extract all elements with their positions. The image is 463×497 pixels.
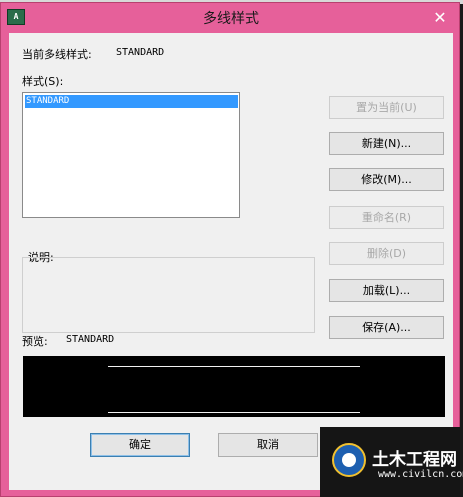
save-button[interactable]: 保存(A)... (329, 316, 444, 339)
preview-line-bottom (108, 412, 360, 413)
current-style-value: STANDARD (116, 47, 165, 58)
multiline-style-dialog: A 多线样式 ✕ 当前多线样式: STANDARD 样式(S): STANDAR… (0, 2, 460, 497)
site-watermark: 土木工程网 www.civilcn.com (320, 427, 463, 497)
set-current-button[interactable]: 置为当前(U) (329, 96, 444, 119)
cancel-button[interactable]: 取消 (218, 433, 318, 457)
description-groupbox (22, 257, 315, 333)
ok-button[interactable]: 确定 (90, 433, 190, 457)
dialog-client-area: 当前多线样式: STANDARD 样式(S): STANDARD 说明: 置为当… (9, 33, 453, 490)
title-bar[interactable]: A 多线样式 ✕ (1, 3, 461, 33)
preview-style-name: STANDARD (66, 334, 115, 345)
rename-button[interactable]: 重命名(R) (329, 206, 444, 229)
dialog-title: 多线样式 (203, 11, 259, 27)
watermark-title: 土木工程网 (372, 450, 457, 470)
styles-listbox[interactable]: STANDARD (22, 92, 240, 218)
multiline-preview-area (23, 356, 445, 417)
delete-button[interactable]: 删除(D) (329, 242, 444, 265)
list-item[interactable]: STANDARD (25, 95, 238, 108)
current-style-label: 当前多线样式: (22, 48, 92, 61)
watermark-url: www.civilcn.com (378, 469, 463, 480)
load-button[interactable]: 加载(L)... (329, 279, 444, 302)
watermark-logo-icon (332, 443, 366, 477)
preview-line-top (108, 366, 360, 367)
preview-label: 预览: (22, 335, 48, 348)
close-icon[interactable]: ✕ (429, 9, 451, 27)
new-style-button[interactable]: 新建(N)... (329, 132, 444, 155)
watermark-logo-center (342, 453, 356, 467)
styles-label: 样式(S): (22, 75, 64, 88)
modify-style-button[interactable]: 修改(M)... (329, 168, 444, 191)
